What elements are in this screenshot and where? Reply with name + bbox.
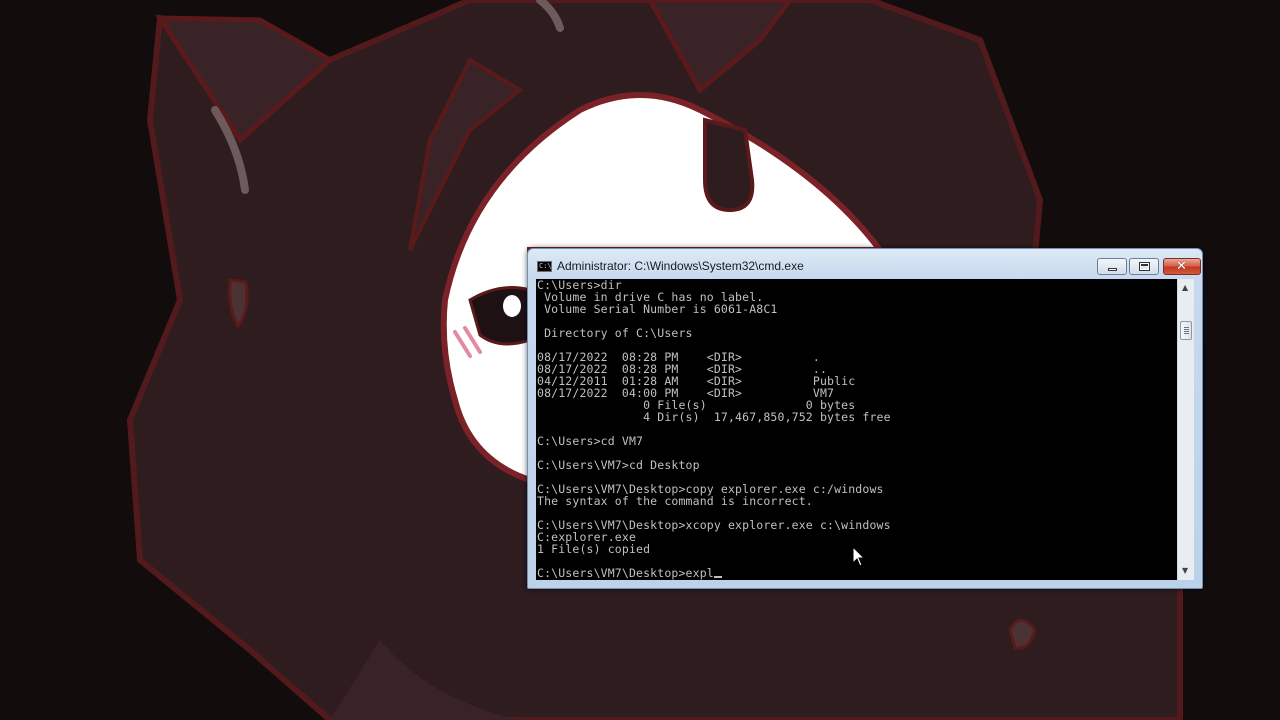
close-icon: ✕ <box>1176 259 1187 274</box>
mouse-pointer-icon <box>852 546 866 567</box>
maximize-button[interactable] <box>1129 258 1159 275</box>
console-output[interactable]: C:\Users>dir Volume in drive C has no la… <box>536 279 1177 580</box>
close-button[interactable]: ✕ <box>1163 258 1201 275</box>
title-bar[interactable]: C:\ Administrator: C:\Windows\System32\c… <box>528 249 1202 279</box>
scrollbar-thumb[interactable] <box>1180 321 1192 340</box>
console-line: 1 File(s) copied <box>537 542 651 556</box>
minimize-icon <box>1108 268 1117 271</box>
maximize-icon <box>1139 262 1150 271</box>
console-input-line[interactable]: C:\Users\VM7\Desktop>expl <box>537 567 891 579</box>
console-line: C:\Users\VM7>cd Desktop <box>537 458 700 472</box>
console-line: Directory of C:\Users <box>537 326 693 340</box>
console-lines: C:\Users>dir Volume in drive C has no la… <box>537 279 891 579</box>
console-line: Volume Serial Number is 6061-A8C1 <box>537 302 778 316</box>
text-cursor <box>713 576 722 578</box>
cmd-window[interactable]: C:\ Administrator: C:\Windows\System32\c… <box>527 248 1203 589</box>
cmd-icon-label: C:\ <box>539 262 552 270</box>
console-line: The syntax of the command is incorrect. <box>537 494 813 508</box>
console-input-text: C:\Users\VM7\Desktop>expl <box>537 566 714 580</box>
vertical-scrollbar[interactable]: ▲ ▼ <box>1177 279 1194 580</box>
cmd-icon[interactable]: C:\ <box>537 261 552 272</box>
console-line: C:\Users>cd VM7 <box>537 434 644 448</box>
window-title: Administrator: C:\Windows\System32\cmd.e… <box>557 259 804 273</box>
scroll-up-icon[interactable]: ▲ <box>1182 284 1188 292</box>
minimize-button[interactable] <box>1097 258 1127 275</box>
scroll-down-icon[interactable]: ▼ <box>1182 567 1188 575</box>
console-line: 4 Dir(s) 17,467,850,752 bytes free <box>537 410 891 424</box>
